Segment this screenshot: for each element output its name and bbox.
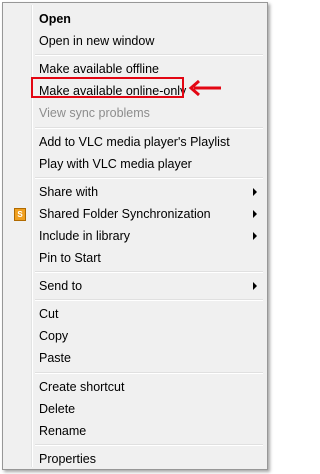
menu-item-cut[interactable]: Cut [5, 303, 265, 325]
red-left-arrow-icon [188, 80, 221, 96]
menu-item-label: Copy [39, 329, 69, 343]
menu-item-send-to[interactable]: Send to [5, 275, 265, 297]
menu-separator [35, 271, 263, 273]
menu-separator [35, 177, 263, 179]
menu-item-label: Open in new window [39, 34, 155, 48]
menu-item-label: Pin to Start [39, 251, 101, 265]
menu-item-label: Rename [39, 424, 87, 438]
menu-separator [35, 54, 263, 56]
menu-separator [35, 372, 263, 374]
menu-item-label: Make available offline [39, 62, 159, 76]
menu-item-delete[interactable]: Delete [5, 398, 265, 420]
menu-item-label: Cut [39, 307, 59, 321]
menu-item-label: Properties [39, 452, 96, 466]
menu-item-view-sync-problems: View sync problems [5, 102, 265, 124]
submenu-arrow-icon [253, 210, 257, 218]
menu-item-label: Share with [39, 185, 99, 199]
submenu-arrow-icon [253, 188, 257, 196]
menu-item-label: Include in library [39, 229, 131, 243]
menu-item-paste[interactable]: Paste [5, 347, 265, 369]
menu-separator [35, 444, 263, 446]
menu-item-play-with-vlc[interactable]: Play with VLC media player [5, 153, 265, 175]
menu-item-pin-to-start[interactable]: Pin to Start [5, 247, 265, 269]
menu-item-label: Send to [39, 279, 83, 293]
menu-item-label: Create shortcut [39, 380, 125, 394]
menu-item-label: Open [39, 12, 71, 26]
menu-item-label: Add to VLC media player's Playlist [39, 135, 230, 149]
menu-item-label: Delete [39, 402, 76, 416]
menu-item-label: Paste [39, 351, 71, 365]
menu-item-include-in-library[interactable]: Include in library [5, 225, 265, 247]
menu-item-create-shortcut[interactable]: Create shortcut [5, 376, 265, 398]
menu-item-copy[interactable]: Copy [5, 325, 265, 347]
menu-item-rename[interactable]: Rename [5, 420, 265, 442]
annotation-highlight-box [31, 77, 184, 98]
menu-item-label: View sync problems [39, 106, 150, 120]
menu-item-open-new-window[interactable]: Open in new window [5, 30, 265, 52]
submenu-arrow-icon [253, 282, 257, 290]
sync-folder-icon: S [14, 208, 26, 221]
menu-item-share-with[interactable]: Share with [5, 181, 265, 203]
menu-separator [35, 127, 263, 129]
menu-item-label: Shared Folder Synchronization [39, 207, 211, 221]
menu-item-shared-folder-sync[interactable]: S Shared Folder Synchronization [5, 203, 265, 225]
menu-item-add-to-vlc-playlist[interactable]: Add to VLC media player's Playlist [5, 131, 265, 153]
submenu-arrow-icon [253, 232, 257, 240]
menu-separator [35, 299, 263, 301]
menu-item-properties[interactable]: Properties [5, 448, 265, 470]
menu-item-open[interactable]: Open [5, 8, 265, 30]
context-menu: Open Open in new window Make available o… [2, 2, 268, 470]
menu-item-label: Play with VLC media player [39, 157, 192, 171]
